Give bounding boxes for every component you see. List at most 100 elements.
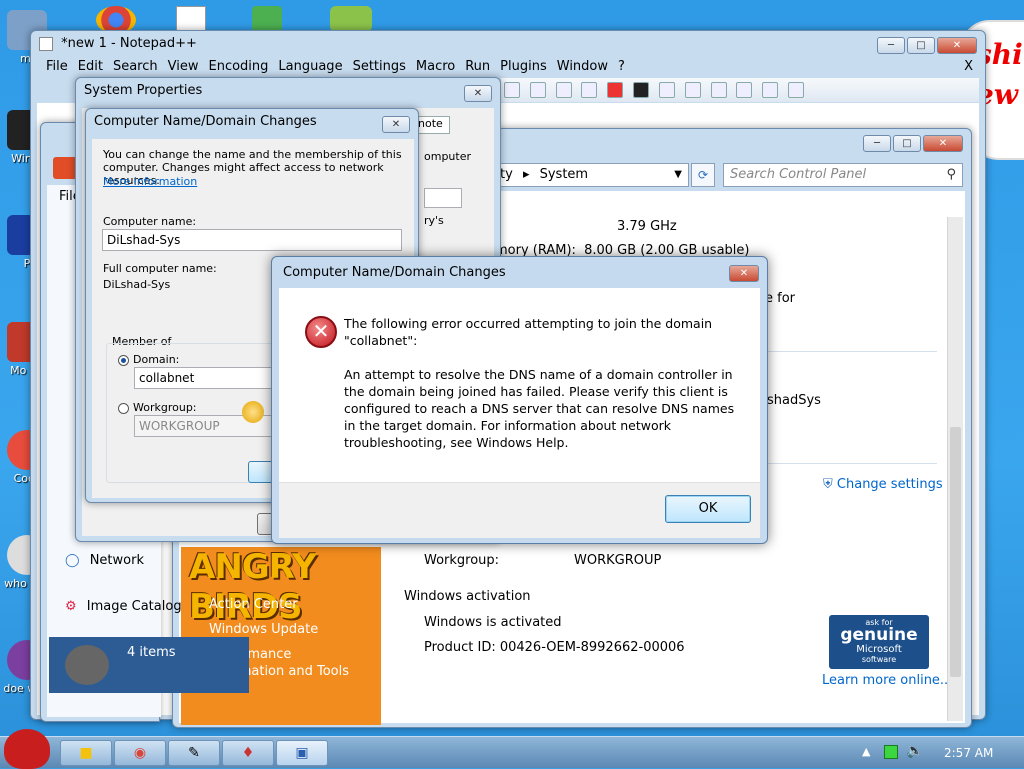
toolbar-icon[interactable]: [529, 82, 546, 98]
taskbar-explorer[interactable]: ■: [60, 740, 112, 766]
minimize-button[interactable]: ─: [863, 135, 891, 152]
learn-more-link[interactable]: Learn more online...: [822, 673, 952, 688]
close-button[interactable]: ✕: [923, 135, 963, 152]
description-field[interactable]: [424, 188, 462, 208]
maximize-button[interactable]: □: [893, 135, 921, 152]
menu-plugins[interactable]: Plugins: [495, 59, 552, 74]
toolbar-icon[interactable]: [581, 82, 598, 98]
menu-search[interactable]: Search: [108, 59, 163, 74]
search-input[interactable]: Search Control Panel ⚲: [723, 163, 963, 187]
menu-view[interactable]: View: [163, 59, 204, 74]
notepad-icon: [39, 36, 53, 51]
play-multiple-icon[interactable]: [684, 82, 701, 98]
menu-run[interactable]: Run: [460, 59, 495, 74]
moon-icon: [65, 645, 109, 685]
cp-scrollbar[interactable]: [947, 217, 963, 721]
menu-edit[interactable]: Edit: [73, 59, 108, 74]
close-button[interactable]: ✕: [937, 37, 977, 54]
nav-image-catalog[interactable]: ⚙ Image Catalog: [65, 599, 182, 614]
spellcheck-icon[interactable]: [788, 82, 805, 98]
toolbar-icon[interactable]: [504, 82, 520, 98]
error-caption: ✕: [729, 265, 759, 282]
menu-help[interactable]: ?: [613, 59, 630, 74]
close-button[interactable]: ✕: [382, 116, 410, 133]
notepad-toolbar: [501, 78, 979, 102]
folder-icon: ■: [79, 745, 93, 761]
menu-settings[interactable]: Settings: [348, 59, 411, 74]
shield-icon[interactable]: [252, 6, 282, 32]
show-hidden-icons[interactable]: ▲: [862, 745, 870, 758]
breadcrumb-arrow-icon: ▸: [522, 167, 530, 182]
activation-heading: Windows activation: [404, 589, 531, 604]
refresh-icon[interactable]: ⟳: [691, 163, 715, 187]
network-status-icon[interactable]: [884, 745, 898, 759]
menu-window[interactable]: Window: [552, 59, 613, 74]
close-button[interactable]: ✕: [729, 265, 759, 282]
namechange-caption: ✕: [382, 116, 410, 133]
see-also-panel: ANGRY BIRDS Action Center Windows Update…: [181, 547, 381, 725]
taskbar-system[interactable]: ▣: [276, 740, 328, 766]
full-computer-name: DiLshad-Sys: [103, 278, 171, 291]
notepad-caption-buttons: ─ □ ✕: [877, 37, 977, 54]
address-bar[interactable]: ty ▸ System ▼: [493, 163, 689, 187]
stop-macro-icon[interactable]: [633, 82, 650, 98]
close-button[interactable]: ✕: [464, 85, 492, 102]
notepad-icon: ✎: [188, 745, 200, 761]
more-information-link[interactable]: More information: [103, 175, 197, 188]
namechange-titlebar: Computer Name/Domain Changes: [94, 114, 317, 129]
action-center-link[interactable]: Action Center: [209, 597, 298, 612]
folder-icon[interactable]: [762, 82, 779, 98]
error-footer: OK: [279, 482, 760, 538]
menu-close-doc[interactable]: X: [964, 59, 973, 74]
taskbar: ■ ◉ ✎ ♦ ▣ ▲ 🔈 2:57 AM: [0, 729, 1024, 769]
cp-caption-buttons: ─ □ ✕: [863, 135, 963, 152]
play-macro-icon[interactable]: [658, 82, 675, 98]
chevron-down-icon[interactable]: ▼: [674, 164, 682, 186]
volume-icon[interactable]: 🔈: [906, 743, 923, 759]
sysprops-titlebar: System Properties: [84, 83, 203, 98]
error-icon: ✕: [305, 316, 337, 348]
app-icon: ♦: [241, 745, 255, 761]
error-titlebar: Computer Name/Domain Changes: [283, 265, 506, 280]
tab-remote[interactable]: note: [414, 116, 450, 134]
nav-network[interactable]: ◯ Network: [65, 553, 144, 568]
notepad-menubar: File Edit Search View Encoding Language …: [41, 59, 630, 74]
notepad-title: *new 1 - Notepad++: [61, 36, 197, 51]
menu-language[interactable]: Language: [273, 59, 347, 74]
computer-name-field[interactable]: DiLshad-Sys: [102, 229, 402, 251]
shield-icon: ⛨: [823, 477, 833, 492]
breadcrumb-current[interactable]: System: [540, 167, 588, 182]
workgroup-radio[interactable]: Workgroup:: [118, 401, 197, 414]
error-ok-button[interactable]: OK: [665, 495, 751, 523]
taskbar-chrome[interactable]: ◉: [114, 740, 166, 766]
search-icon[interactable]: ⚲: [946, 164, 956, 186]
fast-forward-icon[interactable]: [710, 82, 727, 98]
menu-macro[interactable]: Macro: [411, 59, 460, 74]
dilshad-logo: [819, 209, 937, 243]
genuine-microsoft-badge[interactable]: ask for genuine Microsoft software: [829, 615, 929, 669]
maximize-button[interactable]: □: [907, 37, 935, 54]
domain-radio[interactable]: Domain:: [118, 353, 179, 366]
clock[interactable]: 2:57 AM: [944, 746, 993, 760]
computer-icon: ▣: [295, 745, 309, 761]
sysprops-caption: ✕: [464, 85, 492, 102]
scrollbar-thumb[interactable]: [950, 427, 961, 677]
windows-update-link[interactable]: Windows Update: [209, 622, 318, 637]
menu-file[interactable]: File: [41, 59, 73, 74]
minimize-button[interactable]: ─: [877, 37, 905, 54]
start-button[interactable]: [4, 729, 50, 769]
notepad-titlebar: *new 1 - Notepad++: [31, 31, 985, 57]
solitaire-icon[interactable]: [176, 6, 206, 32]
error-message-detail: An attempt to resolve the DNS name of a …: [344, 367, 735, 450]
taskbar-app[interactable]: ♦: [222, 740, 274, 766]
menu-encoding[interactable]: Encoding: [203, 59, 273, 74]
change-settings-link[interactable]: ⛨ Change settings: [823, 477, 943, 492]
angry-birds-icon[interactable]: [330, 6, 372, 32]
network-icon: ◯: [65, 553, 80, 568]
taskbar-notepad[interactable]: ✎: [168, 740, 220, 766]
toolbar-icon[interactable]: [555, 82, 572, 98]
error-dialog: Computer Name/Domain Changes ✕ ✕ The fol…: [271, 256, 768, 544]
record-macro-icon[interactable]: [607, 82, 624, 98]
save-macro-icon[interactable]: [736, 82, 753, 98]
angry-birds-logo: ANGRY BIRDS: [189, 547, 317, 627]
